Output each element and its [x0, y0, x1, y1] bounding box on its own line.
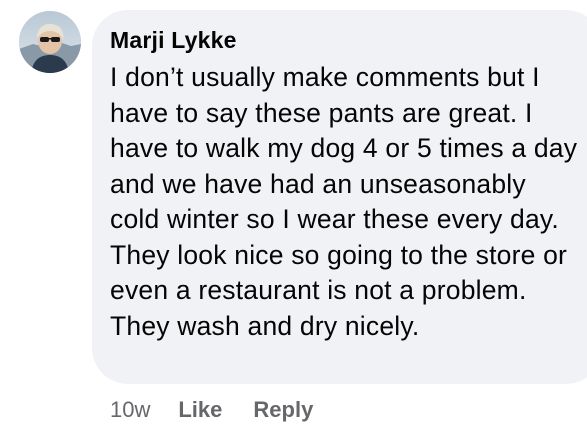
comment-bubble: Marji Lykke I don’t usually make comment… — [92, 10, 587, 384]
like-button[interactable]: Like — [178, 396, 222, 424]
comment-author[interactable]: Marji Lykke — [110, 26, 584, 54]
profile-photo-icon — [19, 11, 81, 73]
comment-timestamp[interactable]: 10w — [110, 396, 150, 424]
comment-text: I don’t usually make comments but I have… — [110, 62, 578, 341]
reply-button[interactable]: Reply — [253, 396, 313, 424]
comment-container: Marji Lykke I don’t usually make comment… — [0, 0, 587, 437]
comment-actions: 10w Like Reply — [110, 396, 344, 424]
avatar[interactable] — [19, 11, 81, 73]
